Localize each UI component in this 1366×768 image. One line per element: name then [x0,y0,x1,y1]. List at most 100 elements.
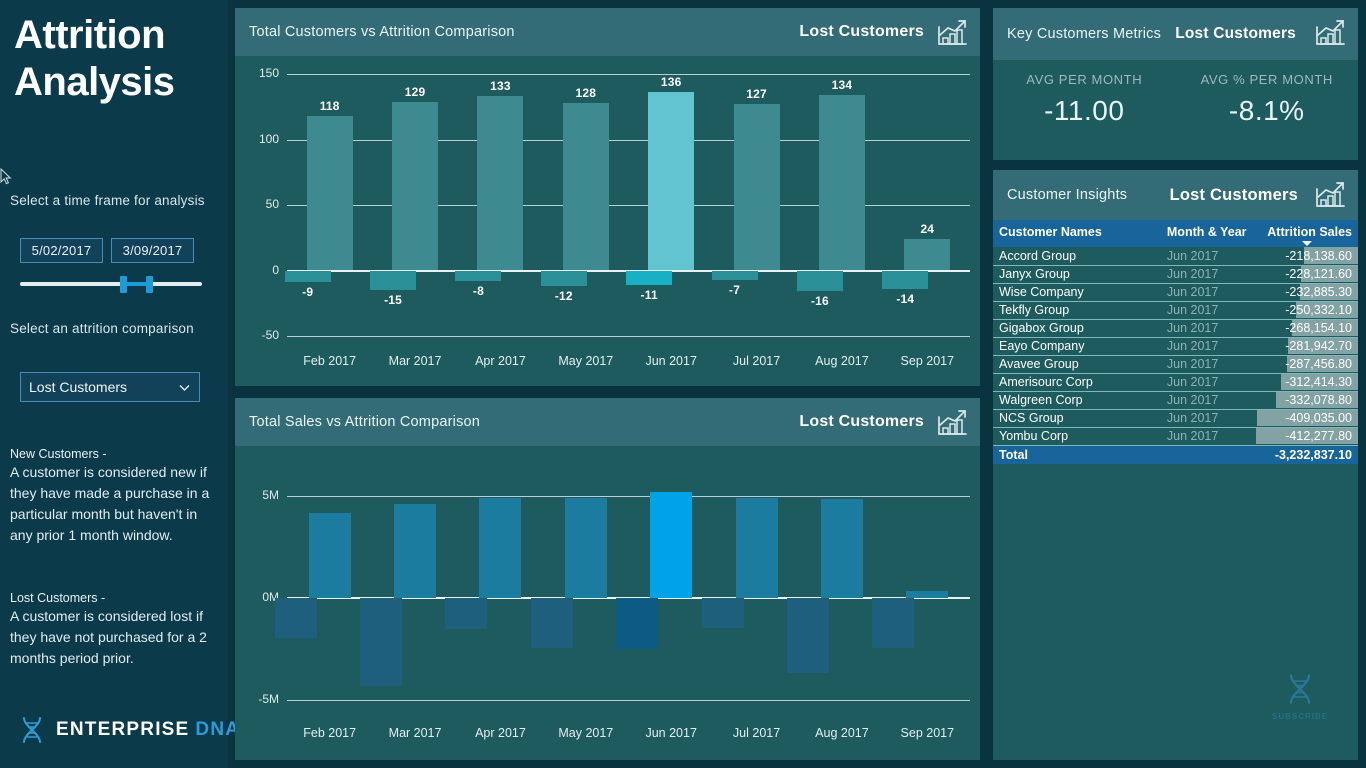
chart1-metric-label: Lost Customers [799,23,924,40]
bar-positive[interactable] [306,115,353,271]
bar-value-label: 136 [660,75,682,90]
bar-negative[interactable] [616,598,659,649]
bar-positive[interactable] [904,239,951,271]
insights-metric-label: Lost Customers [1169,185,1298,204]
bar-negative[interactable] [711,270,758,280]
bar-negative[interactable] [445,598,488,629]
bar-positive[interactable] [818,94,865,271]
bar-value-label: -16 [810,294,829,309]
page-title: Attrition Analysis [0,0,228,106]
column-header-month-year[interactable]: Month & Year [1160,220,1256,247]
bar-negative[interactable] [530,598,573,648]
cell-month-year: Jun 2017 [1160,355,1256,374]
sort-descending-caret [1301,241,1312,246]
chevron-down-icon [179,384,190,391]
cell-attrition-sales-value: -412,277.80 [1285,429,1352,443]
slider-track[interactable] [20,282,202,286]
date-start-input[interactable]: 5/02/2017 [20,238,103,263]
cell-customer-name: Eayo Company [993,337,1161,356]
bar-positive[interactable] [733,104,780,271]
bar-negative[interactable] [540,270,587,287]
bar-negative[interactable] [796,270,843,292]
mouse-cursor-icon [0,168,12,185]
bar-negative[interactable] [455,270,502,281]
metrics-title: Key Customers Metrics [1007,26,1162,42]
bar-positive[interactable] [394,504,437,598]
table-row[interactable]: Janyx Group Jun 2017 -228,121.60 [993,265,1358,284]
definition-new-body: A customer is considered new if they hav… [10,464,210,543]
brand-logo-primary: ENTERPRISE [56,719,190,740]
cell-month-year: Jun 2017 [1160,409,1256,428]
cell-attrition-sales-value: -312,414.30 [1285,375,1352,389]
column-header-customer-names[interactable]: Customer Names [993,220,1161,247]
bar-negative[interactable] [786,598,829,674]
cell-attrition-sales: -281,942.70 [1255,337,1358,356]
bar-negative[interactable] [284,270,331,283]
table-row[interactable]: Wise Company Jun 2017 -232,885.30 [993,283,1358,302]
table-row[interactable]: Gigabox Group Jun 2017 -268,154.10 [993,319,1358,338]
x-axis-tick: Jun 2017 [645,354,697,368]
cell-customer-name: Amerisourc Corp [993,373,1161,392]
table-row[interactable]: Amerisourc Corp Jun 2017 -312,414.30 [993,373,1358,392]
column-header-attrition-sales[interactable]: Attrition Sales [1255,220,1358,247]
x-axis-tick: Mar 2017 [388,354,442,368]
bar-positive[interactable] [562,102,609,271]
cell-attrition-sales-value: -268,154.10 [1285,321,1352,335]
slider-handle-start[interactable] [120,276,128,293]
table-row[interactable]: Avavee Group Jun 2017 -287,456.80 [993,355,1358,374]
table-header-row: Customer Names Month & Year Attrition Sa… [993,220,1358,247]
cell-customer-name: Tekfly Group [993,301,1161,320]
cell-attrition-sales-value: -332,078.80 [1285,393,1352,407]
table-row[interactable]: Accord Group Jun 2017 -218,138.60 [993,247,1358,266]
cell-customer-name: Yombu Corp [993,427,1161,446]
bar-negative[interactable] [370,270,417,291]
bar-positive[interactable] [735,497,778,598]
cell-month-year: Jun 2017 [1160,373,1256,392]
table-row[interactable]: Yombu Corp Jun 2017 -412,277.80 [993,427,1358,446]
cell-attrition-sales: -287,456.80 [1255,355,1358,374]
table-row[interactable]: Eayo Company Jun 2017 -281,942.70 [993,337,1358,356]
bar-positive[interactable] [479,498,522,598]
metric-avg-per-month-caption: AVG PER MONTH [1026,72,1143,87]
x-axis-tick: Aug 2017 [815,726,869,740]
insights-title: Customer Insights [1007,187,1128,203]
bar-value-label: 129 [404,84,426,99]
bar-positive[interactable] [392,101,439,271]
page-title-line2: Analysis [14,60,175,104]
cell-attrition-sales-value: -218,138.60 [1285,248,1352,263]
date-range-slider[interactable] [20,274,202,296]
table-row[interactable]: Tekfly Group Jun 2017 -250,332.10 [993,301,1358,320]
x-axis-tick: Apr 2017 [475,354,526,368]
slider-handle-end[interactable] [145,276,153,293]
definition-lost-heading: Lost Customers - [10,591,106,605]
table-row[interactable]: NCS Group Jun 2017 -409,035.00 [993,409,1358,428]
y-axis-tick: 0 [272,262,279,277]
y-axis-tick: 5M [262,488,279,502]
bar-negative[interactable] [701,598,744,628]
bar-negative[interactable] [882,270,929,289]
bar-positive[interactable] [650,491,693,598]
bar-positive[interactable] [820,499,863,598]
bar-positive[interactable] [564,497,607,598]
attrition-comparison-dropdown[interactable]: Lost Customers [20,372,200,402]
chart-total-sales-vs-attrition: Total Sales vs Attrition Comparison Lost… [235,398,980,760]
chart1-plot-area: 150 100 50 0 -50 118 -9 Feb 2017 129 -15 Mar 2017 1… [235,56,980,386]
bar-value-label: -7 [729,282,741,297]
subscribe-watermark[interactable]: SUBSCRIBE [1272,672,1328,721]
bar-negative[interactable] [360,598,403,686]
cell-attrition-sales-value: -409,035.00 [1285,411,1352,425]
bar-negative[interactable] [274,598,317,638]
y-axis-tick: -5M [258,692,279,706]
bar-negative[interactable] [872,598,915,648]
cell-attrition-sales: -312,414.30 [1255,373,1358,392]
chart1-title: Total Customers vs Attrition Comparison [249,24,515,40]
bar-positive[interactable] [648,92,695,271]
bar-positive[interactable] [308,513,351,598]
bar-positive[interactable] [906,590,949,598]
table-row[interactable]: Walgreen Corp Jun 2017 -332,078.80 [993,391,1358,410]
cell-attrition-sales-value: -228,121.60 [1285,267,1352,281]
bar-positive[interactable] [477,96,524,271]
bar-negative[interactable] [626,270,673,285]
date-end-input[interactable]: 3/09/2017 [111,238,194,263]
bar-value-label: -11 [640,287,658,302]
